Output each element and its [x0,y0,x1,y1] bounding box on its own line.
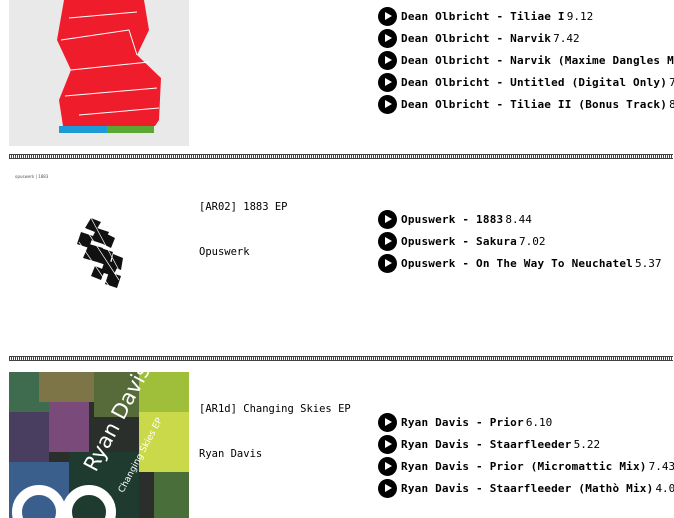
track-title[interactable]: Ryan Davis - Staarfleeder (Mathò Mix) [401,482,653,495]
track-row[interactable]: Dean Olbricht - Untitled (Digital Only) 7… [378,71,674,93]
section-divider [9,356,673,361]
play-icon[interactable] [378,478,397,498]
release-meta: [AR02] 1883 EP Opuswerk [199,170,288,290]
track-title[interactable]: Dean Olbricht - Untitled (Digital Only) [401,76,667,89]
tracklist-dean-olbricht: Dean Olbricht - Tiliae I 9.12 Dean Olbric… [378,5,674,115]
release-meta: [AR1d] Changing Skies EP Ryan Davis [199,372,351,492]
play-icon[interactable] [378,253,397,273]
track-duration: 8.44 [505,212,532,226]
track-row[interactable]: Opuswerk - On The Way To Neuchatel 5.37 [378,252,674,274]
track-title[interactable]: Ryan Davis - Staarfleeder [401,438,572,451]
play-icon[interactable] [378,209,397,229]
track-duration: 4.08 [655,481,674,495]
track-title[interactable]: Ryan Davis - Prior (Micromattic Mix) [401,460,647,473]
section-divider [9,154,673,159]
play-icon[interactable] [378,72,397,92]
release-dean-olbricht: Dean Olbricht - Tiliae I 9.12 Dean Olbric… [0,0,674,150]
album-cover-ryan-davis[interactable]: Ryan Davis Changing Skies EP [9,372,189,518]
red-origami-artwork [9,0,189,146]
release-code-title[interactable]: [AR02] 1883 EP [199,200,288,215]
track-row[interactable]: Dean Olbricht - Narvik 7.42 [378,27,674,49]
tracklist-ryan-davis: Ryan Davis - Prior 6.10 Ryan Davis - Staa… [378,411,674,499]
track-row[interactable]: Opuswerk - 1883 8.44 [378,208,674,230]
track-row[interactable]: Ryan Davis - Staarfleeder (Mathò Mix) 4.0… [378,477,674,499]
release-code-title[interactable]: [AR1d] Changing Skies EP [199,402,351,417]
play-icon[interactable] [378,28,397,48]
track-row[interactable]: Ryan Davis - Staarfleeder 5.22 [378,433,674,455]
album-cover-dean-olbricht[interactable] [9,0,189,146]
play-icon[interactable] [378,231,397,251]
release-artist[interactable]: Ryan Davis [199,447,351,462]
play-icon[interactable] [378,50,397,70]
play-icon[interactable] [378,6,397,26]
track-duration: 5.22 [573,437,601,451]
track-title[interactable]: Dean Olbricht - Tiliae II (Bonus Track) [401,98,667,111]
release-artist[interactable]: Opuswerk [199,245,288,260]
track-title[interactable]: Dean Olbricht - Narvik (Maxime Dangles M… [401,54,674,67]
track-row[interactable]: Ryan Davis - Prior (Micromattic Mix) 7.43 [378,455,674,477]
play-icon[interactable] [378,434,397,454]
play-icon[interactable] [378,94,397,114]
play-icon[interactable] [378,456,397,476]
track-duration: 7. [669,75,674,89]
cover-caption: opuswerk | 1883 [15,174,49,179]
track-duration: 5.37 [634,256,662,270]
track-duration: 7.02 [518,234,546,248]
release-opuswerk: opuswerk | 1883 [AR02] 1883 EP Opuswerk … [0,170,674,350]
release-ryan-davis: Ryan Davis Changing Skies EP [AR1d] Chan… [0,372,674,518]
track-duration: 9.12 [566,9,594,23]
track-title[interactable]: Opuswerk - 1883 [401,213,503,226]
track-duration: 8. [669,97,674,111]
track-title[interactable]: Ryan Davis - Prior [401,416,524,429]
track-row[interactable]: Dean Olbricht - Narvik (Maxime Dangles M… [378,49,674,71]
track-title[interactable]: Opuswerk - On The Way To Neuchatel [401,257,633,270]
track-duration: 6.10 [525,415,553,429]
track-title[interactable]: Opuswerk - Sakura [401,235,517,248]
tracklist-opuswerk: Opuswerk - 1883 8.44 Opuswerk - Sakura 7.0… [378,208,674,274]
play-icon[interactable] [378,412,397,432]
track-row[interactable]: Opuswerk - Sakura 7.02 [378,230,674,252]
track-row[interactable]: Dean Olbricht - Tiliae II (Bonus Track) 8… [378,93,674,115]
track-row[interactable]: Ryan Davis - Prior 6.10 [378,411,674,433]
cube-cluster-artwork [77,217,123,288]
track-duration: 7.43 [648,459,674,473]
album-cover-opuswerk[interactable]: opuswerk | 1883 [9,170,189,330]
track-row[interactable]: Dean Olbricht - Tiliae I 9.12 [378,5,674,27]
track-title[interactable]: Dean Olbricht - Narvik [401,32,551,45]
track-title[interactable]: Dean Olbricht - Tiliae I [401,10,565,23]
track-duration: 7.42 [553,31,580,45]
